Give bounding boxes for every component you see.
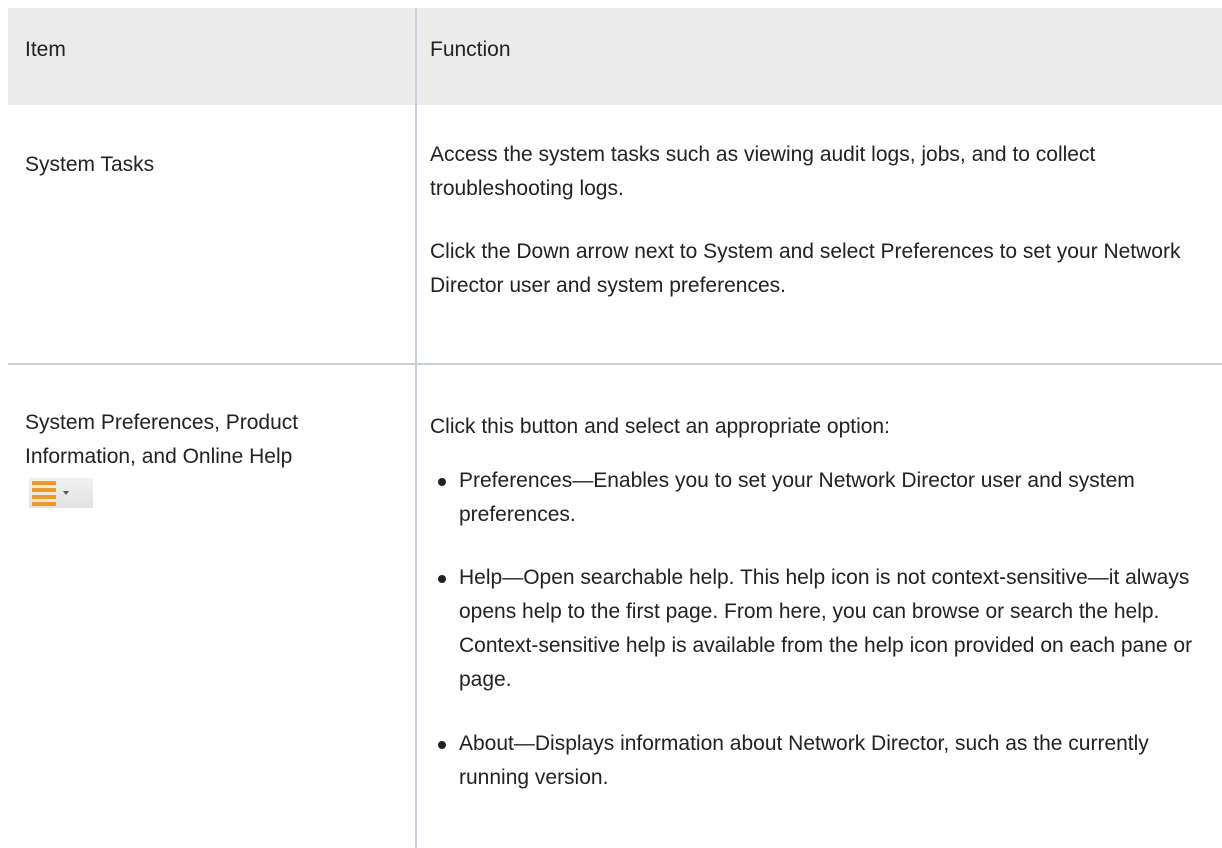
column-divider [415,8,417,848]
row-function-paragraph: Click the Down arrow next to System and … [430,240,1181,297]
column-header-item: Item [25,38,66,61]
bullet-icon [438,575,446,583]
list-item-text: Help—Open searchable help. This help ico… [459,566,1193,691]
table-header-row: Item Function [8,8,1222,105]
bullet-icon [438,741,446,749]
row-function-paragraph: Access the system tasks such as viewing … [430,143,1096,200]
row-divider [8,363,1222,365]
list-item-text: Preferences—Enables you to set your Netw… [459,469,1135,526]
column-header-function: Function [430,38,511,61]
function-table: Item Function System Tasks Access the sy… [8,8,1222,848]
bullet-icon [438,478,446,486]
menu-dropdown-icon [29,478,93,508]
list-item-text: About—Displays information about Network… [459,732,1149,789]
row-item-system-preferences: System Preferences, Product Information,… [25,411,299,468]
row-function-intro: Click this button and select an appropri… [430,415,890,438]
row-item-system-tasks: System Tasks [25,153,155,176]
